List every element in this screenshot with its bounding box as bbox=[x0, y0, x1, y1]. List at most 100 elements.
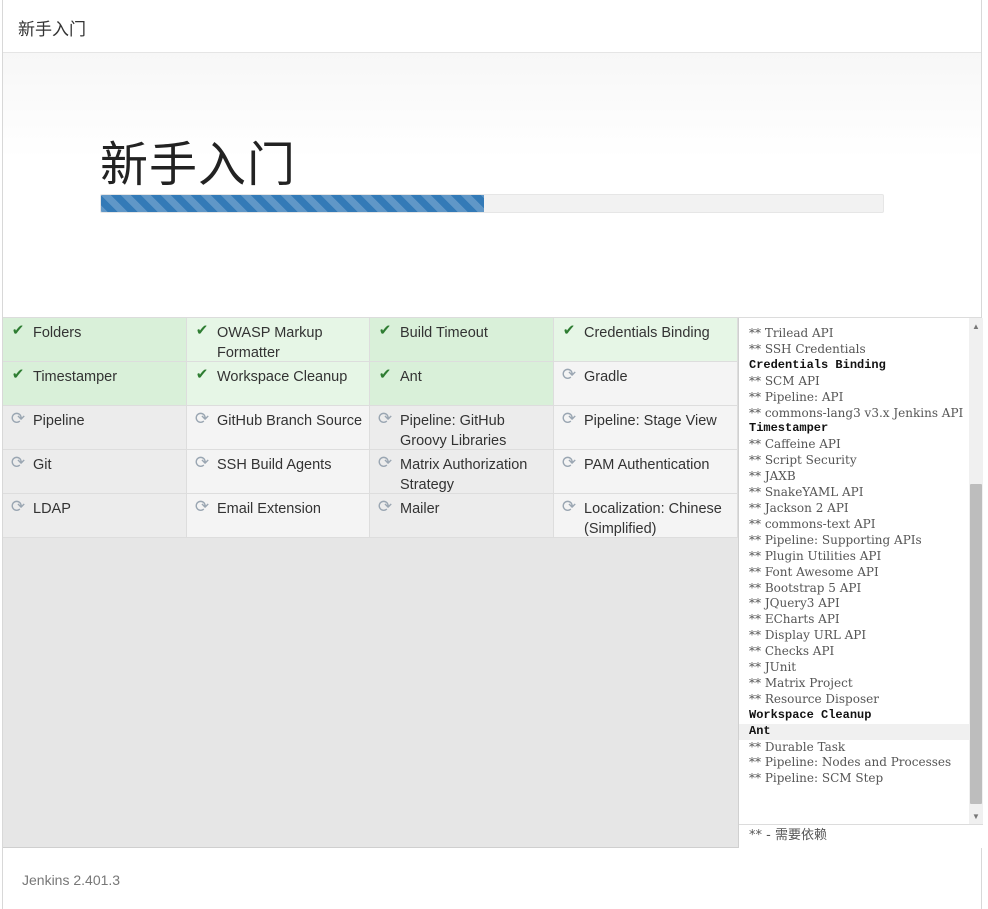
log-dependency-line: ** commons-text API bbox=[749, 516, 876, 531]
log-dependency-line: ** Pipeline: API bbox=[749, 389, 844, 404]
log-dependency-line: ** Pipeline: SCM Step bbox=[749, 771, 884, 786]
check-icon: ✔ bbox=[195, 366, 209, 383]
check-icon: ✔ bbox=[378, 322, 392, 339]
refresh-icon: ⟳ bbox=[10, 409, 26, 428]
plugin-item: ⟳ Git bbox=[3, 450, 187, 494]
log-dependency-line: ** JAXB bbox=[749, 469, 796, 484]
page-title: 新手入门 bbox=[100, 137, 297, 193]
progress-fill bbox=[101, 195, 485, 212]
dependency-legend: ** - 需要依赖 bbox=[739, 824, 983, 848]
refresh-icon: ⟳ bbox=[10, 497, 26, 516]
refresh-icon: ⟳ bbox=[194, 497, 210, 516]
plugin-item: ⟳ Mailer bbox=[370, 494, 554, 538]
log-dependency-line: ** SSH Credentials bbox=[749, 341, 866, 356]
plugin-item: ⟳ Matrix Authorization Strategy bbox=[370, 450, 554, 494]
plugin-item: ⟳ GitHub Branch Source bbox=[187, 406, 370, 450]
refresh-icon: ⟳ bbox=[194, 409, 210, 428]
plugin-item: ✔ Credentials Binding bbox=[554, 318, 738, 362]
plugin-label: GitHub Branch Source bbox=[217, 413, 363, 429]
check-icon: ✔ bbox=[378, 366, 392, 383]
log-dependency-line: ** ECharts API bbox=[749, 612, 840, 627]
dialog-header: 新手入门 bbox=[3, 0, 981, 53]
log-dependency-line: ** Display URL API bbox=[749, 628, 867, 643]
log-dependency-line: ** Checks API bbox=[749, 644, 835, 659]
refresh-icon: ⟳ bbox=[561, 409, 577, 428]
plugin-label: Mailer bbox=[400, 501, 440, 517]
plugin-label: Gradle bbox=[584, 369, 628, 385]
jenkins-version: Jenkins 2.401.3 bbox=[22, 872, 121, 888]
refresh-icon: ⟳ bbox=[561, 365, 577, 384]
plugin-item: ⟳ Pipeline: Stage View bbox=[554, 406, 738, 450]
plugin-label: Folders bbox=[33, 325, 82, 341]
log-dependency-line: ** Jackson 2 API bbox=[749, 500, 849, 515]
log-plugin-line: Workspace Cleanup bbox=[749, 707, 872, 722]
refresh-icon: ⟳ bbox=[10, 453, 26, 472]
hero-panel: 新手入门 bbox=[3, 53, 981, 318]
dialog-footer: Jenkins 2.401.3 bbox=[3, 848, 981, 909]
install-log: ** Trilead API ** SSH Credentials Credenti… bbox=[738, 318, 983, 848]
log-dependency-line: ** Caffeine API bbox=[749, 437, 841, 452]
refresh-icon: ⟳ bbox=[561, 497, 577, 516]
plugin-item: ✔ Workspace Cleanup bbox=[187, 362, 370, 406]
plugin-item: ⟳ Email Extension bbox=[187, 494, 370, 538]
plugin-label: Pipeline: Stage View bbox=[584, 413, 717, 429]
plugin-item: ⟳ Pipeline bbox=[3, 406, 187, 450]
install-content: ✔ Folders ✔ OWASP Markup Formatter ✔ Build Ti… bbox=[3, 318, 983, 848]
refresh-icon: ⟳ bbox=[377, 497, 393, 516]
log-scrollbar[interactable]: ▲ ▼ bbox=[969, 318, 983, 824]
refresh-icon: ⟳ bbox=[377, 453, 393, 472]
log-dependency-line: ** Durable Task bbox=[749, 739, 846, 754]
dialog-title: 新手入门 bbox=[18, 20, 86, 40]
plugin-item: ✔ Ant bbox=[370, 362, 554, 406]
plugin-label: SSH Build Agents bbox=[217, 457, 332, 473]
log-dependency-line: ** Script Security bbox=[749, 453, 857, 468]
refresh-icon: ⟳ bbox=[561, 453, 577, 472]
log-dependency-line: ** Font Awesome API bbox=[749, 564, 879, 579]
log-dependency-line: ** Plugin Utilities API bbox=[749, 548, 882, 563]
log-plugin-line: Timestamper bbox=[749, 421, 829, 436]
install-progress-bar bbox=[100, 194, 884, 213]
check-icon: ✔ bbox=[11, 322, 25, 339]
plugin-item: ⟳ SSH Build Agents bbox=[187, 450, 370, 494]
plugin-item: ⟳ Localization: Chinese (Simplified) bbox=[554, 494, 738, 538]
log-plugin-line: Ant bbox=[739, 723, 975, 740]
check-icon: ✔ bbox=[11, 366, 25, 383]
plugin-item: ✔ Timestamper bbox=[3, 362, 187, 406]
plugin-label: PAM Authentication bbox=[584, 457, 710, 473]
plugin-label: Credentials Binding bbox=[584, 325, 710, 341]
install-log-lines: ** Trilead API ** SSH Credentials Credenti… bbox=[739, 326, 975, 787]
plugin-label: Timestamper bbox=[33, 369, 118, 385]
log-plugin-line: Credentials Binding bbox=[749, 357, 886, 372]
log-dependency-line: ** JQuery3 API bbox=[749, 596, 840, 611]
plugin-label: LDAP bbox=[33, 501, 71, 517]
scrollbar-thumb[interactable] bbox=[970, 484, 982, 804]
log-dependency-line: ** Pipeline: Nodes and Processes bbox=[749, 755, 952, 770]
plugin-label: Localization: Chinese (Simplified) bbox=[584, 501, 722, 537]
plugin-label: OWASP Markup Formatter bbox=[217, 325, 323, 361]
log-dependency-line: ** JUnit bbox=[749, 660, 797, 675]
scroll-up-icon[interactable]: ▲ bbox=[969, 320, 983, 334]
plugin-item: ✔ OWASP Markup Formatter bbox=[187, 318, 370, 362]
plugin-item: ⟳ Gradle bbox=[554, 362, 738, 406]
check-icon: ✔ bbox=[195, 322, 209, 339]
plugin-label: Email Extension bbox=[217, 501, 321, 517]
log-dependency-line: ** SnakeYAML API bbox=[749, 485, 864, 500]
log-dependency-line: ** Bootstrap 5 API bbox=[749, 580, 862, 595]
plugin-item: ⟳ PAM Authentication bbox=[554, 450, 738, 494]
plugin-label: Build Timeout bbox=[400, 325, 488, 341]
plugin-label: Git bbox=[33, 457, 52, 473]
plugin-item: ⟳ LDAP bbox=[3, 494, 187, 538]
plugin-item: ✔ Folders bbox=[3, 318, 187, 362]
scroll-down-icon[interactable]: ▼ bbox=[969, 810, 983, 824]
plugin-label: Ant bbox=[400, 369, 422, 385]
log-dependency-line: ** Trilead API bbox=[749, 326, 834, 340]
refresh-icon: ⟳ bbox=[194, 453, 210, 472]
plugin-label: Workspace Cleanup bbox=[217, 369, 348, 385]
log-dependency-line: ** Pipeline: Supporting APIs bbox=[749, 532, 922, 547]
check-icon: ✔ bbox=[562, 322, 576, 339]
plugin-item: ⟳ Pipeline: GitHub Groovy Libraries bbox=[370, 406, 554, 450]
refresh-icon: ⟳ bbox=[377, 409, 393, 428]
plugin-item: ✔ Build Timeout bbox=[370, 318, 554, 362]
log-dependency-line: ** SCM API bbox=[749, 373, 820, 388]
log-dependency-line: ** Resource Disposer bbox=[749, 691, 879, 706]
